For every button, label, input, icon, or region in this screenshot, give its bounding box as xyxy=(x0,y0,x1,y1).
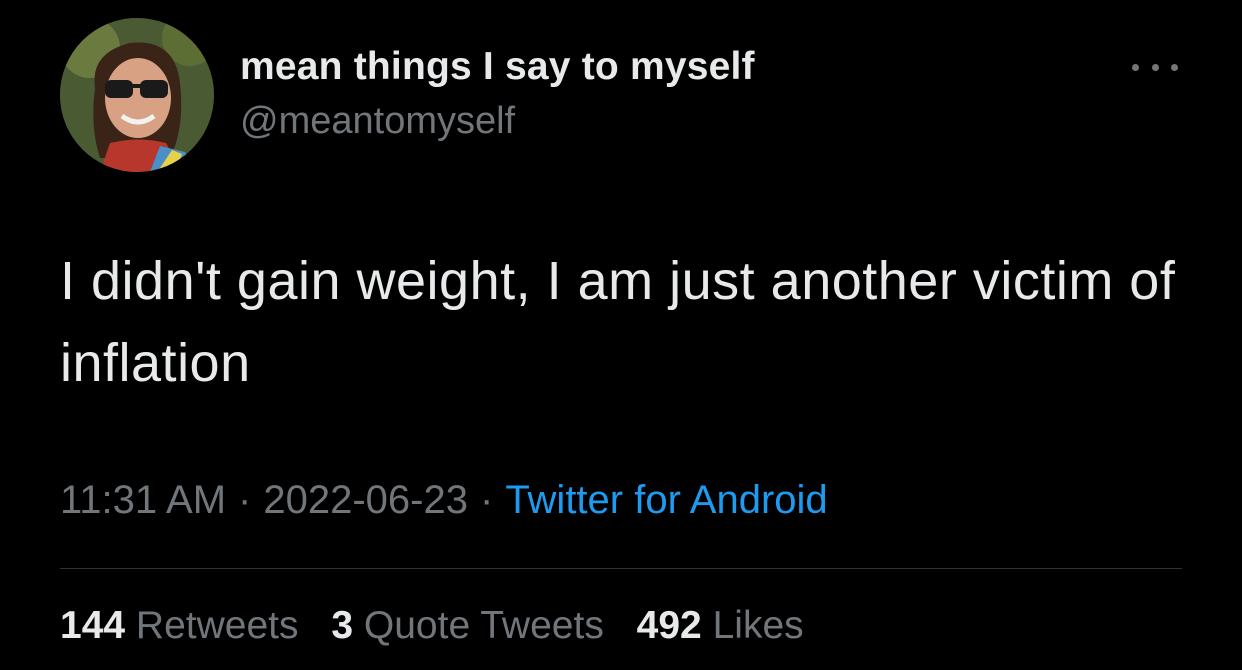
tweet-stats: 144 Retweets 3 Quote Tweets 492 Likes xyxy=(60,604,826,648)
quote-tweets-count: 3 xyxy=(331,604,354,647)
likes-count: 492 xyxy=(636,604,702,647)
more-horizontal-icon xyxy=(1171,63,1178,71)
avatar-image xyxy=(60,18,214,172)
more-options-button[interactable] xyxy=(1130,54,1180,80)
tweet-time[interactable]: 11:31 AM xyxy=(60,478,226,522)
tweet-source-link[interactable]: Twitter for Android xyxy=(505,478,827,522)
divider xyxy=(60,568,1182,569)
retweets-count: 144 xyxy=(60,604,126,647)
author-handle[interactable]: @meantomyself xyxy=(240,100,515,143)
tweet-meta: 11:31 AM · 2022-06-23 · Twitter for Android xyxy=(60,478,828,523)
likes-stat[interactable]: 492 Likes xyxy=(637,604,804,647)
author-display-name[interactable]: mean things I say to myself xyxy=(240,45,755,89)
retweets-label: Retweets xyxy=(135,604,299,647)
likes-label: Likes xyxy=(712,604,804,647)
retweets-stat[interactable]: 144 Retweets xyxy=(60,604,299,647)
meta-separator: · xyxy=(238,478,252,522)
avatar[interactable] xyxy=(60,18,214,172)
meta-separator: · xyxy=(479,478,494,522)
quote-tweets-stat[interactable]: 3 Quote Tweets xyxy=(331,604,603,647)
tweet-card: mean things I say to myself @meantomysel… xyxy=(0,0,1242,670)
quote-tweets-label: Quote Tweets xyxy=(363,604,604,647)
tweet-date[interactable]: 2022-06-23 xyxy=(263,478,468,522)
more-horizontal-icon xyxy=(1151,63,1159,71)
tweet-text: I didn't gain weight, I am just another … xyxy=(60,251,1176,393)
more-horizontal-icon xyxy=(1132,63,1139,71)
